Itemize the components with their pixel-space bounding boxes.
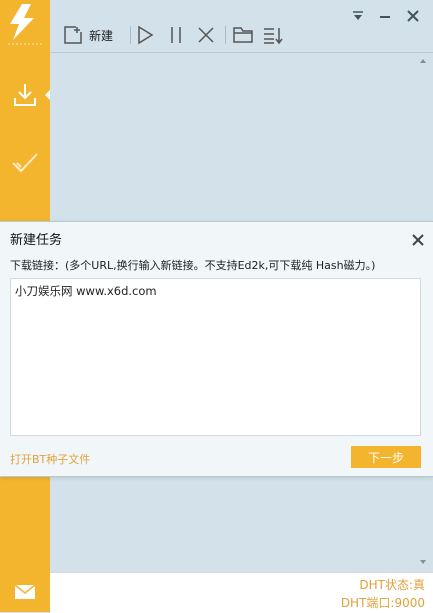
start-button[interactable] [136, 24, 154, 46]
menu-dropdown-button[interactable] [350, 8, 366, 24]
next-step-button[interactable]: 下一步 [351, 446, 421, 468]
scroll-down-icon[interactable] [420, 560, 426, 564]
toolbar-divider [225, 26, 226, 44]
download-icon [14, 84, 36, 106]
open-bt-torrent-link[interactable]: 打开BT种子文件 [10, 451, 90, 467]
close-icon [407, 10, 419, 22]
dialog-close-button[interactable] [411, 232, 425, 246]
dialog-title: 新建任务 [10, 233, 63, 248]
pause-icon [171, 27, 181, 43]
status-bar: DHT状态:真 DHT端口:9000 [50, 572, 433, 613]
minimize-icon [380, 16, 390, 18]
delete-button[interactable] [197, 24, 215, 46]
download-link-prompt: 下载链接：(多个URL,换行输入新链接。不支持Ed2k,可下载纯 Hash磁力。… [10, 259, 376, 272]
new-task-label: 新建 [89, 28, 114, 43]
folder-icon [233, 27, 253, 43]
new-task-button[interactable]: 新建 [63, 24, 113, 46]
mail-button[interactable] [0, 572, 50, 612]
start-icon [138, 25, 154, 45]
dropdown-icon [353, 11, 363, 20]
pause-button[interactable] [168, 24, 184, 46]
sort-icon [264, 28, 283, 45]
toolbar: 新建 [50, 0, 433, 53]
toolbar-divider [130, 26, 131, 44]
sort-button[interactable] [262, 24, 284, 46]
dht-status: DHT状态:真 [359, 578, 425, 592]
download-links-input[interactable]: 小刀娱乐网 www.x6d.com [10, 278, 421, 436]
open-folder-button[interactable] [232, 24, 254, 46]
new-task-dialog: 新建任务 下载链接：(多个URL,换行输入新链接。不支持Ed2k,可下载纯 Ha… [0, 221, 433, 477]
sidebar-item-downloading[interactable] [0, 70, 50, 120]
completed-check-icon [12, 153, 38, 173]
close-icon [412, 234, 424, 246]
sidebar-item-completed[interactable] [0, 138, 50, 188]
minimize-button[interactable] [377, 8, 393, 24]
dht-port: DHT端口:9000 [340, 596, 425, 610]
delete-icon [198, 27, 214, 43]
app-logo-icon [0, 0, 50, 50]
scroll-up-icon[interactable] [420, 59, 426, 63]
mail-icon [14, 584, 36, 599]
close-window-button[interactable] [405, 8, 421, 24]
new-task-icon [64, 26, 82, 44]
